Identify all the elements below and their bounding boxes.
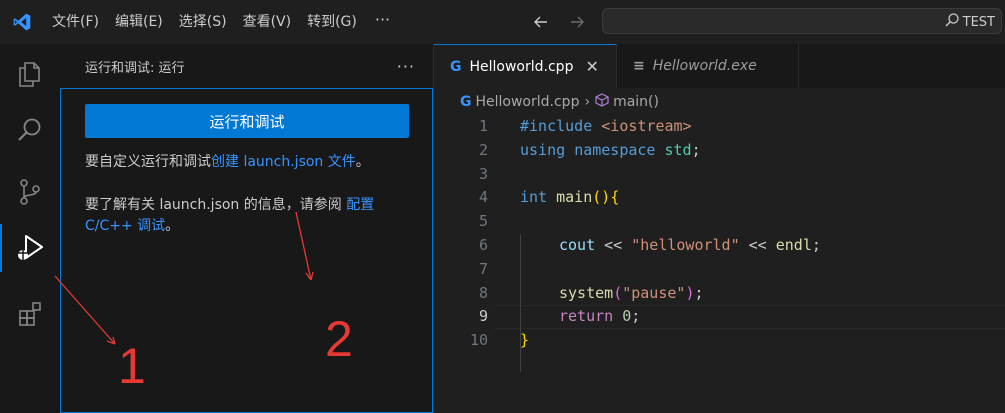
annotation-arrow-2 bbox=[295, 211, 314, 281]
annotation-label-2: 2 bbox=[325, 311, 353, 367]
annotation-arrow-1 bbox=[54, 275, 116, 345]
annotation-arrows bbox=[54, 211, 314, 345]
annotation-label-1: 1 bbox=[118, 338, 146, 394]
